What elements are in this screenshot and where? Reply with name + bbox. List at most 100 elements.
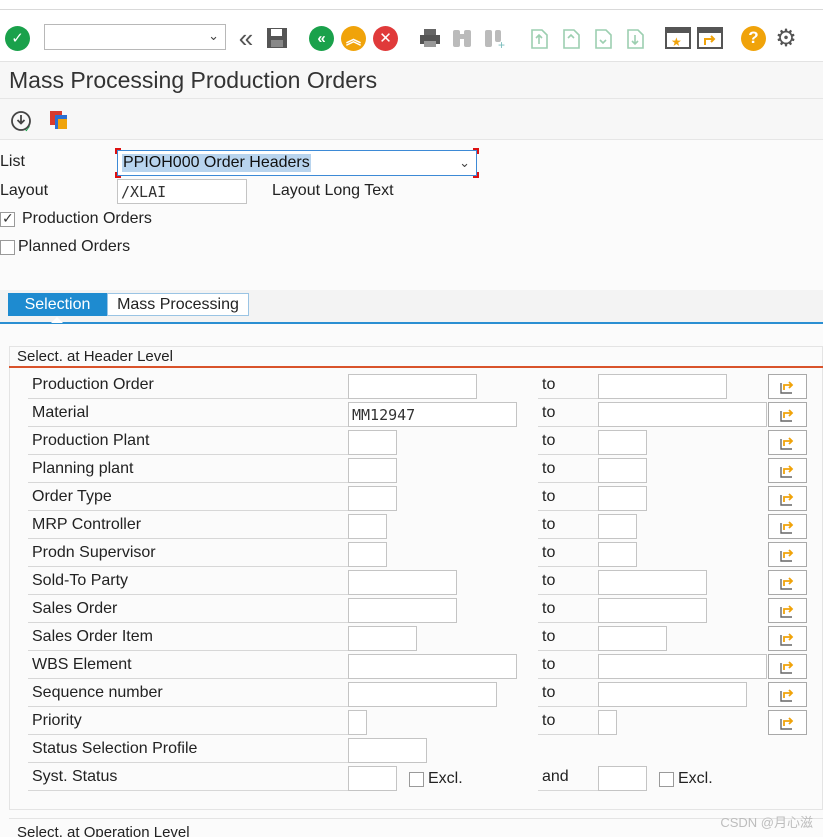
selection-from-field[interactable] bbox=[348, 626, 417, 651]
first-page-icon[interactable] bbox=[526, 24, 552, 52]
selection-to-field[interactable] bbox=[598, 430, 647, 455]
application-toolbar: ✓ bbox=[0, 99, 823, 140]
settings-gear-icon[interactable]: ⚙ bbox=[773, 24, 799, 52]
selection-from-field[interactable] bbox=[348, 430, 397, 455]
find-icon[interactable] bbox=[449, 24, 475, 52]
selection-from-field[interactable] bbox=[348, 710, 367, 735]
selection-from-field[interactable] bbox=[348, 682, 497, 707]
tab-selection[interactable]: Selection bbox=[8, 293, 107, 316]
back-icon[interactable]: « bbox=[309, 24, 334, 52]
selection-to-field[interactable] bbox=[598, 766, 647, 791]
multiple-selection-icon bbox=[779, 436, 793, 450]
multiple-selection-button[interactable] bbox=[768, 682, 807, 707]
save-icon[interactable] bbox=[264, 24, 290, 52]
selection-from-field[interactable] bbox=[348, 486, 397, 511]
selection-from-field[interactable] bbox=[348, 514, 387, 539]
help-icon[interactable]: ? bbox=[741, 24, 766, 52]
selection-from-field[interactable] bbox=[348, 654, 517, 679]
selection-row-label: Production Plant bbox=[28, 430, 348, 455]
exit-icon[interactable]: ︽ bbox=[341, 24, 366, 52]
cancel-icon[interactable]: ✕ bbox=[373, 24, 398, 52]
production-orders-label: Production Orders bbox=[22, 210, 152, 227]
selection-row-label: Sales Order bbox=[28, 598, 348, 623]
list-select[interactable]: PPIOH000 Order Headers ⌄ bbox=[117, 150, 477, 176]
exclude-label: Excl. bbox=[678, 770, 713, 787]
selection-to-field[interactable] bbox=[598, 458, 647, 483]
planned-orders-label: Planned Orders bbox=[18, 238, 131, 255]
to-label: to bbox=[538, 402, 598, 427]
variants-icon[interactable] bbox=[46, 107, 72, 135]
selection-from-field[interactable] bbox=[348, 598, 457, 623]
selection-to-field[interactable] bbox=[598, 710, 617, 735]
multiple-selection-button[interactable] bbox=[768, 654, 807, 679]
selection-row-label: Planning plant bbox=[28, 458, 348, 483]
selection-from-field[interactable] bbox=[348, 738, 427, 763]
previous-page-icon[interactable] bbox=[558, 24, 584, 52]
multiple-selection-button[interactable] bbox=[768, 514, 807, 539]
multiple-selection-button[interactable] bbox=[768, 542, 807, 567]
focus-corner bbox=[473, 148, 479, 154]
multiple-selection-icon bbox=[779, 492, 793, 506]
selection-row-label: Prodn Supervisor bbox=[28, 542, 348, 567]
to-label: to bbox=[538, 654, 598, 679]
selection-to-field[interactable] bbox=[598, 402, 767, 427]
selection-from-field[interactable] bbox=[348, 374, 477, 399]
selection-to-field[interactable] bbox=[598, 486, 647, 511]
multiple-selection-button[interactable] bbox=[768, 598, 807, 623]
selection-from-field[interactable] bbox=[348, 458, 397, 483]
multiple-selection-icon bbox=[779, 660, 793, 674]
exclude-label: Excl. bbox=[428, 770, 463, 787]
back-double-chevron-icon[interactable]: « bbox=[233, 23, 259, 53]
last-page-icon[interactable] bbox=[622, 24, 648, 52]
chevron-down-icon[interactable]: ⌄ bbox=[459, 155, 470, 171]
shortcut-icon[interactable] bbox=[696, 24, 724, 52]
multiple-selection-button[interactable] bbox=[768, 570, 807, 595]
tab-mass-processing[interactable]: Mass Processing bbox=[107, 293, 249, 316]
selection-to-field[interactable] bbox=[598, 682, 747, 707]
to-label: to bbox=[538, 570, 598, 595]
selection-from-field[interactable] bbox=[348, 542, 387, 567]
selection-to-field[interactable] bbox=[598, 514, 637, 539]
multiple-selection-button[interactable] bbox=[768, 458, 807, 483]
multiple-selection-button[interactable] bbox=[768, 430, 807, 455]
multiple-selection-icon bbox=[779, 408, 793, 422]
exclude-checkbox[interactable] bbox=[659, 772, 674, 787]
multiple-selection-button[interactable] bbox=[768, 486, 807, 511]
and-label: and bbox=[538, 766, 598, 791]
selection-row-label: Sequence number bbox=[28, 682, 348, 707]
selection-row-label: MRP Controller bbox=[28, 514, 348, 539]
window-top-strip bbox=[0, 0, 823, 10]
selection-from-field[interactable]: MM12947 bbox=[348, 402, 517, 427]
selection-row-label: Syst. Status bbox=[28, 766, 348, 791]
title-bar: Mass Processing Production Orders bbox=[0, 62, 823, 99]
layout-label: Layout bbox=[0, 182, 49, 199]
selection-from-field[interactable] bbox=[348, 766, 397, 791]
chevron-down-icon[interactable]: ⌄ bbox=[208, 28, 219, 44]
multiple-selection-icon bbox=[779, 716, 793, 730]
planned-orders-checkbox[interactable] bbox=[0, 240, 15, 255]
selection-to-field[interactable] bbox=[598, 654, 767, 679]
enter-check-icon[interactable]: ✓ bbox=[5, 24, 30, 52]
layout-long-text-label: Layout Long Text bbox=[272, 182, 394, 199]
to-label: to bbox=[538, 374, 598, 399]
multiple-selection-button[interactable] bbox=[768, 626, 807, 651]
to-label: to bbox=[538, 626, 598, 651]
selection-from-field[interactable] bbox=[348, 570, 457, 595]
multiple-selection-button[interactable] bbox=[768, 402, 807, 427]
multiple-selection-button[interactable] bbox=[768, 710, 807, 735]
production-orders-checkbox[interactable]: ✓ bbox=[0, 210, 15, 227]
execute-icon[interactable]: ✓ bbox=[8, 107, 34, 135]
selection-to-field[interactable] bbox=[598, 598, 707, 623]
selection-to-field[interactable] bbox=[598, 570, 707, 595]
exclude-checkbox[interactable] bbox=[409, 772, 424, 787]
print-icon[interactable] bbox=[417, 24, 443, 52]
create-session-icon[interactable]: ★ bbox=[664, 24, 692, 52]
next-page-icon[interactable] bbox=[590, 24, 616, 52]
selection-to-field[interactable] bbox=[598, 542, 637, 567]
multiple-selection-button[interactable] bbox=[768, 374, 807, 399]
selection-to-field[interactable] bbox=[598, 374, 727, 399]
layout-field[interactable]: /XLAI bbox=[117, 179, 247, 204]
command-field[interactable]: ⌄ bbox=[44, 24, 226, 50]
find-next-icon[interactable]: + bbox=[481, 24, 507, 52]
selection-to-field[interactable] bbox=[598, 626, 667, 651]
